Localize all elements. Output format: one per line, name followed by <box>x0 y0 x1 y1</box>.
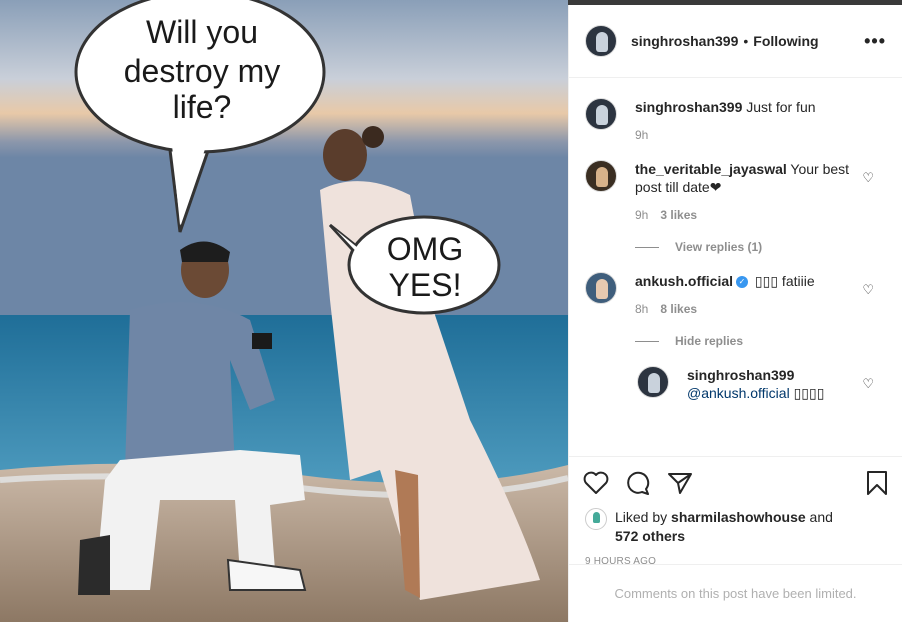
likes-prefix: Liked by <box>615 509 668 525</box>
comment-heart-icon[interactable]: ♡ <box>862 282 874 298</box>
post-image[interactable]: Will you destroy my life? OMG YES! <box>0 0 568 622</box>
comment-heart-icon[interactable]: ♡ <box>862 170 874 186</box>
post-side-panel: singhroshan399 • Following ••• singhrosh… <box>568 5 902 622</box>
replies-line <box>635 340 659 342</box>
reply-item: singhroshan399 @ankush.official ▯▯▯▯ ♡ <box>637 366 886 402</box>
comment-username[interactable]: ankush.official <box>635 273 733 289</box>
comment-item: the_veritable_jayaswal Your best post ti… <box>585 160 886 224</box>
commenter-avatar[interactable] <box>585 272 617 304</box>
likes-and: and <box>809 509 833 525</box>
reply-text: ▯▯▯▯ <box>793 385 825 401</box>
hide-replies-button[interactable]: Hide replies <box>635 334 886 348</box>
bubble-right-line-1: OMG <box>387 231 463 267</box>
comment-username[interactable]: singhroshan399 <box>635 99 742 115</box>
comment-time[interactable]: 9h <box>635 208 648 222</box>
bubble-left-line-2: destroy my <box>124 53 280 89</box>
share-icon[interactable] <box>667 471 693 495</box>
view-replies-button[interactable]: View replies (1) <box>635 240 886 254</box>
comment-likes[interactable]: 8 likes <box>660 302 697 316</box>
likes-others[interactable]: 572 others <box>615 528 685 544</box>
comment-text: Just for fun <box>746 99 816 115</box>
comment-likes[interactable]: 3 likes <box>660 208 697 222</box>
comments-limited-notice: Comments on this post have been limited. <box>569 564 902 622</box>
comment-item: ankush.official ✓ ▯▯▯ fatiiie 8h 8 likes ♡ <box>585 272 886 318</box>
commenter-avatar[interactable] <box>585 160 617 192</box>
bubble-right-line-2: YES! <box>389 267 462 303</box>
comment-username[interactable]: the_veritable_jayaswal <box>635 161 787 177</box>
reply-heart-icon[interactable]: ♡ <box>862 376 874 392</box>
reply-username[interactable]: singhroshan399 <box>687 367 794 383</box>
reply-avatar[interactable] <box>637 366 669 398</box>
author-username[interactable]: singhroshan399 <box>631 33 738 49</box>
following-button[interactable]: Following <box>753 33 818 49</box>
comment-time[interactable]: 9h <box>635 128 648 142</box>
more-horizontal-icon[interactable]: ••• <box>864 31 886 52</box>
header-separator: • <box>743 33 749 49</box>
reply-mention[interactable]: @ankush.official <box>687 385 790 401</box>
proposal-photo: Will you destroy my life? OMG YES! <box>0 0 568 622</box>
caption-avatar[interactable] <box>585 98 617 130</box>
action-bar <box>569 456 902 508</box>
bookmark-icon[interactable] <box>866 470 888 496</box>
hide-replies-label: Hide replies <box>675 334 744 348</box>
comment-text: ▯▯▯ fatiiie <box>754 273 815 289</box>
caption-comment: singhroshan399 Just for fun 9h <box>585 98 886 144</box>
author-avatar[interactable] <box>585 25 617 57</box>
bubble-left-line-3: life? <box>173 89 232 125</box>
comment-time[interactable]: 8h <box>635 302 648 316</box>
post-header: singhroshan399 • Following ••• <box>569 5 902 78</box>
bubble-left-line-1: Will you <box>146 14 258 50</box>
verified-badge-icon: ✓ <box>736 276 749 289</box>
liker-username[interactable]: sharmilashowhouse <box>671 509 806 525</box>
liker-avatar[interactable] <box>585 508 607 530</box>
likes-summary: Liked by sharmilashowhouse and 572 other… <box>569 508 902 546</box>
heart-icon[interactable] <box>583 471 609 495</box>
view-replies-label: View replies (1) <box>675 240 763 254</box>
comment-icon[interactable] <box>625 471 651 495</box>
comments-list[interactable]: singhroshan399 Just for fun 9h the_verit… <box>569 78 902 456</box>
replies-line <box>635 246 659 248</box>
